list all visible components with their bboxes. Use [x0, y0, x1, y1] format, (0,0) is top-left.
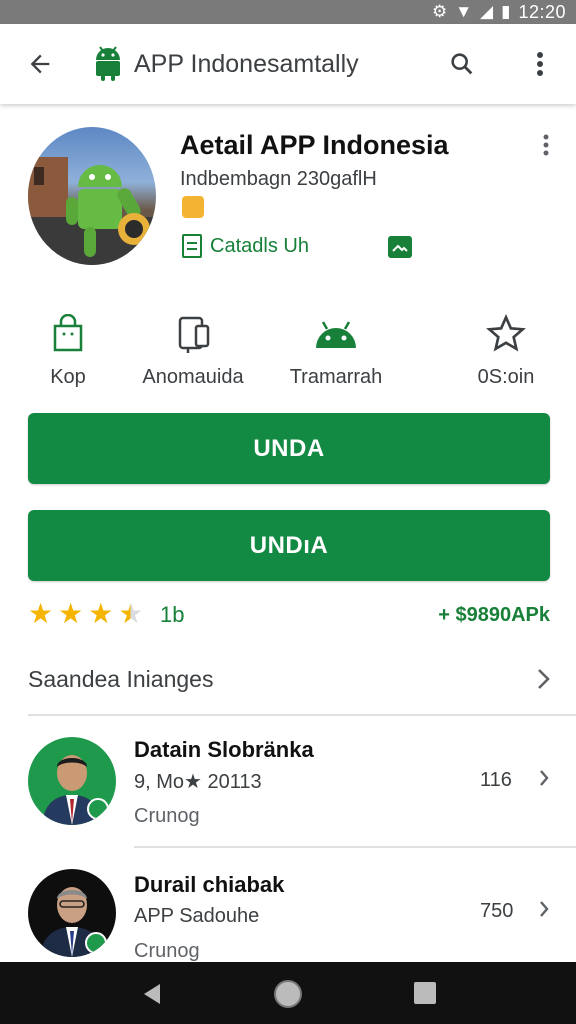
- star-filled-icon: ★: [28, 598, 54, 629]
- list-item-chevron[interactable]: [534, 764, 554, 792]
- app-developer: Indbembagn 230gaflH: [180, 168, 377, 190]
- star-outline-icon: [486, 312, 526, 356]
- app-bar: APP Indonesamtally: [0, 24, 576, 104]
- nav-back-button[interactable]: [138, 980, 166, 1008]
- list-item-chevron[interactable]: [534, 895, 554, 923]
- star-half-icon: ★: [118, 598, 144, 629]
- chevron-right-icon: [538, 669, 550, 689]
- image-badge-icon[interactable]: [388, 236, 412, 258]
- bag-icon: [51, 312, 85, 356]
- price-label: + $9890APk: [438, 604, 550, 626]
- android-logo-icon: [92, 44, 124, 82]
- more-vert-icon: [543, 134, 549, 156]
- triangle-back-icon: [144, 984, 160, 1004]
- divider: [28, 714, 576, 716]
- category-tag[interactable]: Catadls Uh: [182, 234, 309, 258]
- star-filled-icon: ★: [58, 598, 84, 629]
- stat-item-4[interactable]: 0S:oin: [470, 312, 542, 389]
- status-bar: ⚙ ▼ ◢ ▮ 12:20: [0, 0, 576, 24]
- app-icon: [28, 127, 156, 265]
- back-button[interactable]: [22, 46, 58, 82]
- signal-icon: ◢: [480, 2, 494, 21]
- stat-label: Anomauida: [142, 366, 244, 388]
- secondary-action-button[interactable]: UNDıA: [28, 510, 550, 581]
- list-item-name: Durail chiabak: [134, 872, 285, 897]
- app-overflow-button[interactable]: [534, 130, 558, 160]
- search-icon: [451, 53, 473, 75]
- stat-label: Kop: [50, 366, 86, 388]
- chevron-right-icon: [540, 770, 549, 786]
- device-icon: [174, 312, 212, 356]
- avatar: [28, 869, 116, 957]
- nav-recents-button[interactable]: [414, 982, 436, 1004]
- stat-item-3[interactable]: Tramarrah: [286, 312, 386, 389]
- avatar: [28, 737, 116, 825]
- overflow-menu-button[interactable]: [522, 46, 558, 82]
- category-tag-label: Catadls Uh: [210, 234, 309, 257]
- nav-home-button[interactable]: [274, 980, 302, 1008]
- app-title: Aetail APP Indonesia: [180, 130, 449, 160]
- search-button[interactable]: [444, 46, 480, 82]
- stat-label: Tramarrah: [289, 366, 383, 388]
- android-icon: [313, 312, 359, 356]
- navigation-bar: [0, 962, 576, 1024]
- battery-icon: ▮: [501, 2, 511, 21]
- section-more-button[interactable]: [530, 664, 558, 694]
- divider: [134, 846, 576, 848]
- status-time: 12:20: [518, 1, 566, 22]
- stat-item-1[interactable]: Kop: [36, 312, 100, 389]
- stat-item-2[interactable]: Anomauida: [138, 312, 248, 389]
- more-vert-icon: [537, 52, 543, 76]
- list-item-sub: Crunog: [134, 805, 200, 827]
- rating-count: 1b: [160, 602, 185, 627]
- document-icon: [182, 234, 202, 258]
- list-item-meta: 9, Mo★ 20113: [134, 771, 262, 793]
- stat-label: 0S:oin: [477, 366, 535, 388]
- chevron-right-icon: [540, 901, 549, 917]
- list-item-meta: APP Sadouhe: [134, 905, 260, 927]
- wifi-icon: ▼: [455, 2, 473, 21]
- list-item-sub: Crunog: [134, 940, 200, 962]
- list-item-count: 116: [480, 769, 512, 791]
- install-button[interactable]: UNDA: [28, 413, 550, 484]
- section-title: Saandea Inianges: [28, 666, 214, 692]
- status-icons: ⚙ ▼ ◢ ▮ 12:20: [432, 0, 566, 24]
- arrow-left-icon: [30, 54, 50, 74]
- rating-stars: ★ ★ ★ ★: [28, 600, 143, 628]
- list-item-name: Datain Slobränka: [134, 737, 314, 762]
- app-bar-title: APP Indonesamtally: [134, 50, 359, 78]
- star-filled-icon: ★: [88, 598, 114, 629]
- lock-badge-icon: [182, 196, 204, 218]
- gear-status-icon: ⚙: [431, 2, 448, 21]
- list-item-count: 750: [480, 900, 514, 922]
